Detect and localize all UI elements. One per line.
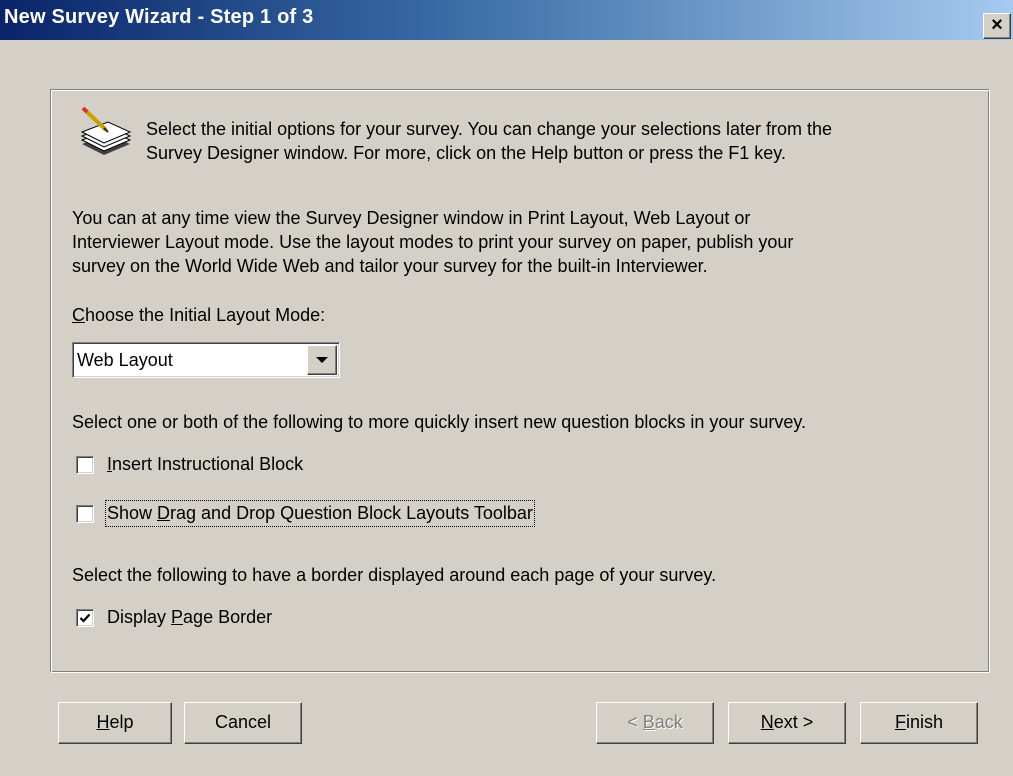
intro-text-line-1: Select the initial options for your surv… bbox=[146, 119, 833, 139]
window-title: New Survey Wizard - Step 1 of 3 bbox=[4, 6, 314, 28]
layout-info-line-1: You can at any time view the Survey Desi… bbox=[72, 208, 751, 228]
display-page-border-label[interactable]: Display Page Border bbox=[107, 606, 272, 629]
drag-drop-toolbar-label[interactable]: Show Drag and Drop Question Block Layout… bbox=[105, 500, 535, 527]
intro-text-line-2: Survey Designer window. For more, click … bbox=[146, 143, 786, 163]
instructional-block-checkbox[interactable] bbox=[76, 456, 94, 474]
finish-mnemonic: F bbox=[894, 712, 906, 732]
layout-mode-mnemonic: C bbox=[72, 305, 85, 325]
help-button-text: elp bbox=[109, 712, 134, 732]
instructional-block-label[interactable]: Insert Instructional Block bbox=[107, 453, 303, 476]
border-instruction-text: Select the following to have a border di… bbox=[72, 565, 717, 585]
finish-button-text: inish bbox=[905, 712, 944, 732]
drag-drop-mnemonic: D bbox=[157, 503, 171, 523]
blocks-instruction-text: Select one or both of the following to m… bbox=[72, 412, 807, 432]
wizard-dialog: New Survey Wizard - Step 1 of 3 × Select… bbox=[0, 0, 1013, 776]
help-button[interactable]: Help bbox=[58, 702, 172, 744]
cancel-button[interactable]: Cancel bbox=[184, 702, 302, 744]
page-border-mnemonic: P bbox=[171, 607, 184, 627]
title-bar: New Survey Wizard - Step 1 of 3 × bbox=[0, 0, 1013, 40]
pencil-paper-stack-icon bbox=[80, 106, 132, 155]
drag-drop-toolbar-checkbox[interactable] bbox=[76, 505, 94, 523]
back-mnemonic: B bbox=[642, 712, 655, 732]
layout-info-line-2: Interviewer Layout mode. Use the layout … bbox=[72, 232, 794, 252]
finish-button[interactable]: Finish bbox=[860, 702, 978, 744]
dropdown-arrow-icon[interactable] bbox=[307, 345, 337, 375]
page-border-label-prefix: Display bbox=[107, 607, 172, 627]
help-mnemonic: H bbox=[96, 712, 110, 732]
display-page-border-checkbox[interactable] bbox=[76, 609, 94, 627]
cancel-button-text: Cancel bbox=[214, 712, 272, 732]
layout-mode-select[interactable]: Web Layout bbox=[72, 342, 340, 378]
next-button-text: ext > bbox=[773, 712, 814, 732]
layout-mode-selected-value: Web Layout bbox=[77, 350, 173, 370]
back-button-prefix: < bbox=[627, 712, 643, 732]
next-mnemonic: N bbox=[760, 712, 774, 732]
page-border-label-text: age Border bbox=[183, 607, 273, 627]
layout-mode-label: Choose the Initial Layout Mode: bbox=[72, 304, 325, 327]
instructional-block-label-text: nsert Instructional Block bbox=[112, 454, 304, 474]
back-button-text: ack bbox=[654, 712, 683, 732]
drag-drop-label-prefix: Show bbox=[107, 503, 158, 523]
drag-drop-label-text: rag and Drop Question Block Layouts Tool… bbox=[170, 503, 533, 523]
checkmark-icon bbox=[79, 613, 91, 623]
back-button[interactable]: < Back bbox=[596, 702, 714, 744]
layout-mode-label-text: hoose the Initial Layout Mode: bbox=[85, 305, 326, 325]
close-button[interactable]: × bbox=[983, 13, 1011, 39]
layout-info-line-3: survey on the World Wide Web and tailor … bbox=[72, 256, 708, 276]
close-icon: × bbox=[991, 14, 1003, 36]
next-button[interactable]: Next > bbox=[728, 702, 846, 744]
